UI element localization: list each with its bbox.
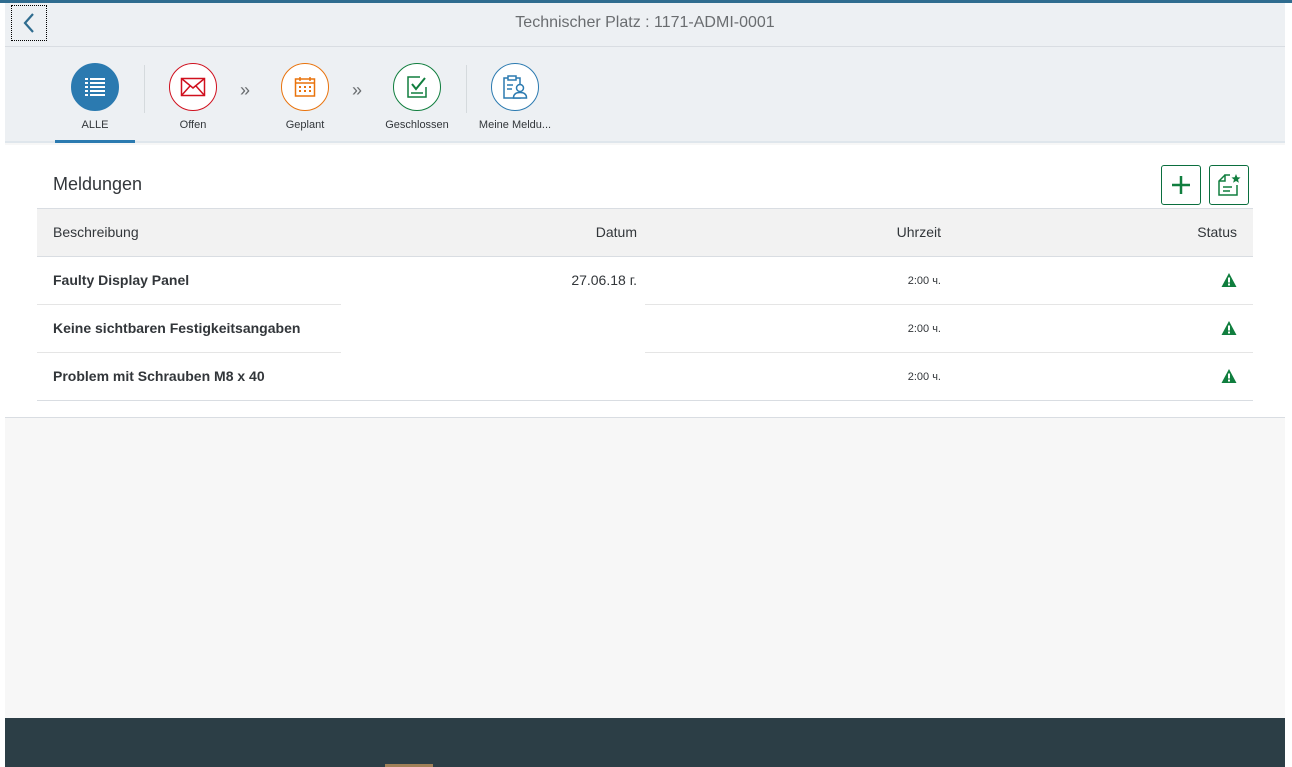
notifications-panel: Meldungen Beschreibung Datum Uhrzeit Sta… <box>5 145 1285 418</box>
warning-icon <box>1221 273 1237 287</box>
app-frame: Technischer Platz : 1171-ADMI-0001 ALLE <box>5 3 1285 767</box>
tab-alle[interactable]: ALLE <box>50 63 140 131</box>
tab-geplant[interactable]: Geplant <box>260 63 350 131</box>
calendar-icon <box>281 63 329 111</box>
checklist-icon <box>393 63 441 111</box>
row-description: Problem mit Schrauben M8 x 40 <box>53 368 265 384</box>
tab-label: Meine Meldu... <box>478 119 552 131</box>
row-date: 27.06.18 г. <box>571 272 637 288</box>
envelope-icon <box>169 63 217 111</box>
column-header-status[interactable]: Status <box>1197 224 1237 240</box>
table-bottom-border <box>37 400 1253 401</box>
column-header-description[interactable]: Beschreibung <box>53 224 139 240</box>
clipboard-user-icon <box>491 63 539 111</box>
arrow-icon: » <box>240 80 251 100</box>
column-header-date[interactable]: Datum <box>596 224 637 240</box>
row-time: 2:00 ч. <box>907 275 941 287</box>
table-header: Beschreibung Datum Uhrzeit Status <box>37 208 1253 257</box>
column-header-time[interactable]: Uhrzeit <box>897 224 941 240</box>
selected-tab-indicator <box>55 140 135 143</box>
row-description: Keine sichtbaren Festigkeitsangaben <box>53 320 301 336</box>
table-row[interactable]: Keine sichtbaren Festigkeitsangaben 2:00… <box>37 305 1253 353</box>
icon-tab-bar: ALLE Offen » Geplant » Geschlossen Meine… <box>5 47 1285 143</box>
warning-icon <box>1221 369 1237 383</box>
document-star-icon <box>1218 174 1241 196</box>
tab-separator <box>466 65 467 113</box>
row-time: 2:00 ч. <box>907 371 941 383</box>
row-description: Faulty Display Panel <box>53 272 190 288</box>
plus-icon <box>1172 176 1190 194</box>
tab-meine-meldungen[interactable]: Meine Meldu... <box>470 63 560 131</box>
favorite-document-button[interactable] <box>1209 165 1249 205</box>
list-title: Meldungen <box>53 174 143 194</box>
notifications-table: Beschreibung Datum Uhrzeit Status Faulty… <box>37 208 1253 401</box>
tab-label: Geplant <box>285 119 325 131</box>
tab-offen[interactable]: Offen <box>148 63 238 131</box>
arrow-icon: » <box>352 80 363 100</box>
footer-bar <box>5 718 1285 767</box>
tab-label: ALLE <box>81 119 109 131</box>
list-icon <box>71 63 119 111</box>
tab-separator <box>144 65 145 113</box>
page-title: Technischer Platz : 1171-ADMI-0001 <box>515 14 775 31</box>
add-button[interactable] <box>1161 165 1201 205</box>
tab-label: Geschlossen <box>385 119 449 131</box>
tab-geschlossen[interactable]: Geschlossen <box>372 63 462 131</box>
row-time: 2:00 ч. <box>907 323 941 335</box>
warning-icon <box>1221 321 1237 335</box>
table-row[interactable]: Problem mit Schrauben M8 x 40 2:00 ч. <box>37 353 1253 401</box>
table-row[interactable]: Faulty Display Panel 27.06.18 г. 2:00 ч. <box>37 257 1253 305</box>
tab-label: Offen <box>179 119 207 131</box>
header-bar: Technischer Platz : 1171-ADMI-0001 <box>5 3 1285 47</box>
